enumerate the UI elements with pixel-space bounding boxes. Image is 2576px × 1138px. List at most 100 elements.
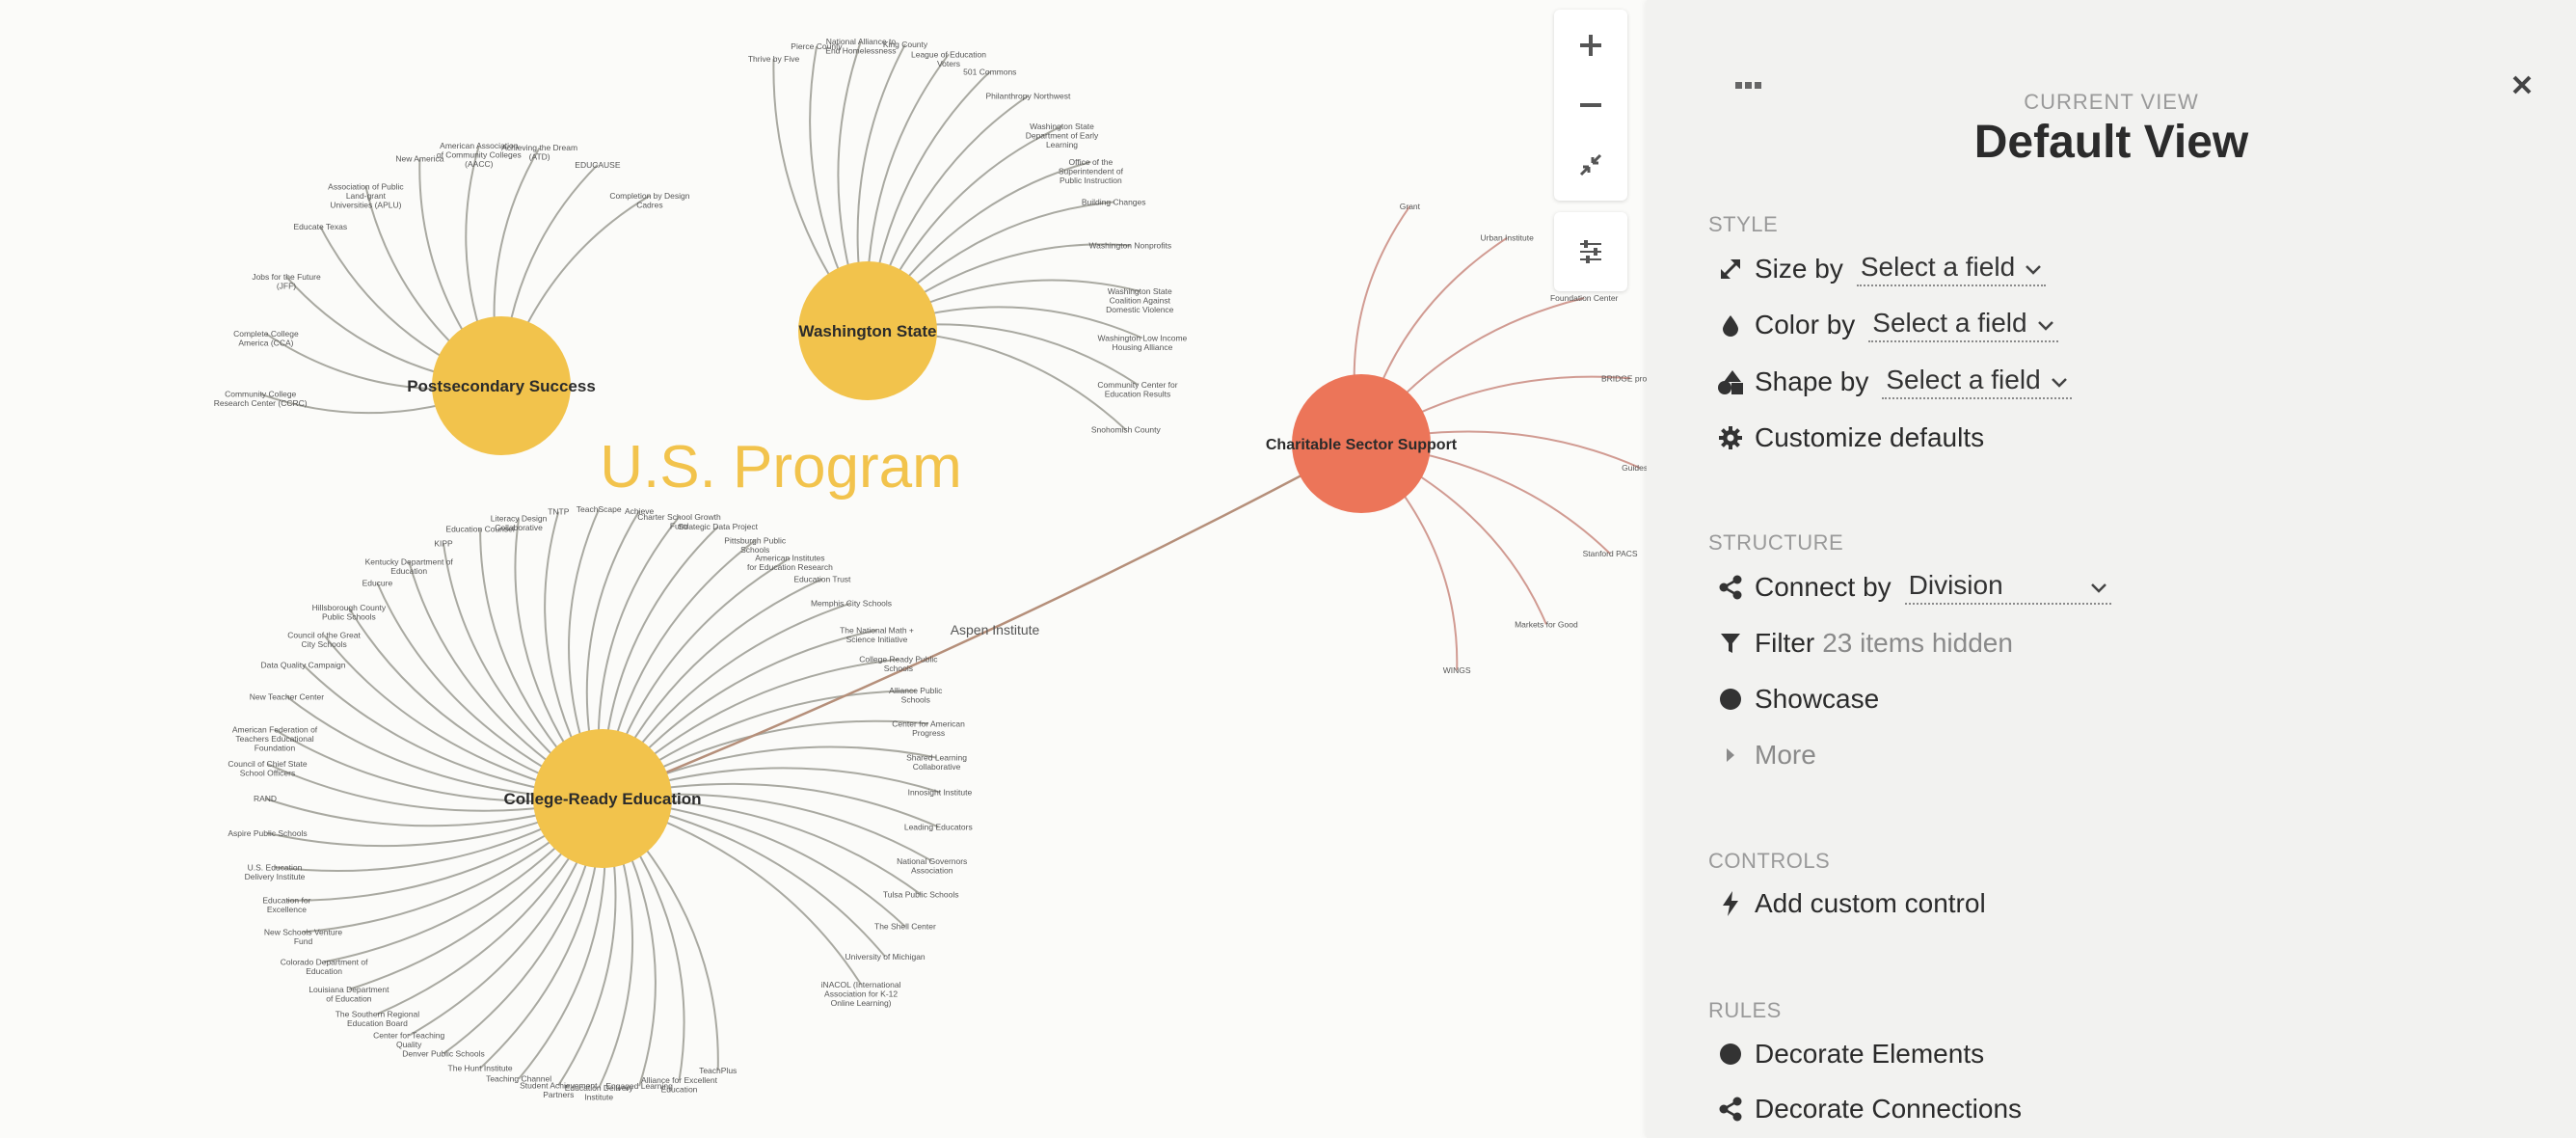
chevron-right-icon xyxy=(1716,741,1745,770)
leaf-node-label[interactable]: Center for Teaching Quality xyxy=(373,1031,444,1050)
leaf-node-label[interactable]: The Southern Regional Education Board xyxy=(335,1009,420,1028)
chevron-down-icon xyxy=(2051,365,2068,395)
leaf-node-label[interactable]: Educate Texas xyxy=(293,222,347,231)
leaf-node-label[interactable]: American Federation of Teachers Education… xyxy=(232,725,318,753)
hub-node-washington[interactable]: Washington State xyxy=(798,261,937,400)
leaf-node-label[interactable]: Completion by Design Cadres xyxy=(609,191,689,210)
add-custom-control-label: Add custom control xyxy=(1755,888,1986,918)
leaf-node-label[interactable]: Washington Low Income Housing Alliance xyxy=(1098,334,1188,353)
leaf-node-label[interactable]: EDUCAUSE xyxy=(575,160,621,170)
leaf-node-label[interactable]: The Hunt Institute xyxy=(448,1064,513,1073)
filter-button[interactable]: Filter 23 items hidden xyxy=(1716,624,2013,663)
leaf-node-label[interactable]: Teaching Channel xyxy=(486,1074,551,1084)
network-graph[interactable]: Community College Research Center (CCRC) C… xyxy=(0,0,1647,1138)
map-canvas[interactable]: Community College Research Center (CCRC) C… xyxy=(0,0,1647,1138)
shape-by-label: Shape by xyxy=(1755,366,1869,396)
add-custom-control-button[interactable]: Add custom control xyxy=(1716,884,1999,923)
leaf-node-label[interactable]: Innosight Institute xyxy=(908,788,973,798)
leaf-node-label[interactable]: Philanthropy Northwest xyxy=(985,91,1071,100)
leaf-node-label[interactable]: Foundation Center xyxy=(1550,293,1619,303)
leaf-node-label[interactable]: Council of the Great City Schools xyxy=(287,631,361,650)
leaf-node-label[interactable]: American Institutes for Education Researc… xyxy=(747,554,833,573)
leaf-node-label[interactable]: Alliance Public Schools xyxy=(889,686,943,705)
showcase-button[interactable]: Showcase xyxy=(1716,680,1892,718)
hub-node-charitable[interactable]: Charitable Sector Support xyxy=(1266,374,1458,513)
leaf-node-label[interactable]: Literacy Design Collaborative xyxy=(491,513,548,532)
leaf-node-label[interactable]: Washington Nonprofits xyxy=(1088,241,1171,251)
leaf-node-label[interactable]: League of Education Voters xyxy=(911,49,986,68)
leaf-node-label[interactable]: TNTP xyxy=(548,507,570,517)
leaf-node-label[interactable]: 501 Commons xyxy=(963,67,1016,76)
leaf-node-label[interactable]: Jobs for the Future (JFF) xyxy=(252,272,321,291)
leaf-node-label[interactable]: Markets for Good xyxy=(1515,619,1578,629)
leaf-node-label[interactable]: Education Trust xyxy=(793,574,851,583)
leaf-node-label[interactable]: Shared Learning Collaborative xyxy=(906,753,967,772)
leaf-node-label[interactable]: Association of Public Land-grant Universit… xyxy=(328,181,404,209)
leaf-node-label[interactable]: U.S. Education Delivery Institute xyxy=(245,862,306,881)
leaf-node-label[interactable]: Pittsburgh Public Schools xyxy=(724,535,787,555)
decorate-connections-button[interactable]: Decorate Connections xyxy=(1716,1090,2035,1128)
zoom-in-button[interactable] xyxy=(1562,20,1620,70)
leaf-node-label[interactable]: University of Michigan xyxy=(845,952,926,962)
leaf-node-label[interactable]: TeachPlus xyxy=(699,1066,737,1075)
leaf-node-label[interactable]: TeachScape xyxy=(577,504,622,514)
color-by-row: Color by Select a field xyxy=(1716,306,2058,344)
leaf-node-label[interactable]: Tulsa Public Schools xyxy=(883,890,959,900)
leaf-node-label[interactable]: Stanford PACS xyxy=(1583,549,1638,558)
leaf-node-label[interactable]: Community College Research Center (CCRC) xyxy=(214,390,308,409)
hub-node-postsecondary[interactable]: Postsecondary Success xyxy=(407,316,596,455)
leaf-node-label[interactable]: Education for Excellence xyxy=(262,896,310,915)
leaf-node-label[interactable]: BRIDGE project xyxy=(1601,373,1647,383)
leaf-node-label[interactable]: Guidestar xyxy=(1622,463,1647,473)
leaf-node-label[interactable]: The National Math + Science Initiative xyxy=(840,625,914,644)
leaf-node-label[interactable]: WINGS xyxy=(1443,665,1471,675)
decorate-elements-button[interactable]: Decorate Elements xyxy=(1716,1035,1998,1073)
leaf-node-label[interactable]: Snohomish County xyxy=(1091,425,1162,435)
leaf-node-label[interactable]: Denver Public Schools xyxy=(402,1049,485,1059)
leaf-node-label[interactable]: National Governors Association xyxy=(897,856,967,876)
leaf-node-label[interactable]: Kentucky Department of Education xyxy=(365,556,454,576)
view-title[interactable]: Default View xyxy=(1647,116,2576,169)
zoom-out-button[interactable] xyxy=(1562,80,1620,130)
leaf-node-label[interactable]: Office of the Superintendent of Public Ins… xyxy=(1059,157,1124,185)
graph-settings-button[interactable] xyxy=(1554,212,1627,291)
more-toggle[interactable]: More xyxy=(1716,736,1830,774)
leaf-node-label[interactable]: RAND xyxy=(254,794,277,803)
shape-by-select[interactable]: Select a field xyxy=(1882,365,2072,399)
leaf-node-label[interactable]: Louisiana Department of Education xyxy=(309,985,389,1004)
leaf-node-label[interactable]: Educure xyxy=(362,579,393,588)
leaf-node-label[interactable]: Data Quality Campaign xyxy=(261,661,346,670)
connect-by-select[interactable]: Division xyxy=(1904,570,2111,605)
size-by-select[interactable]: Select a field xyxy=(1856,252,2047,286)
leaf-node-label[interactable]: iNACOL (International Association for K-1… xyxy=(821,980,901,1008)
leaf-node-label[interactable]: KIPP xyxy=(434,538,453,548)
leaf-node-label[interactable]: Complete College America (CCA) xyxy=(233,329,299,348)
leaf-node-label[interactable]: Grant xyxy=(1400,202,1421,211)
leaf-node-label[interactable]: Washington State Coalition Against Domesti… xyxy=(1106,286,1174,314)
leaf-node-label[interactable]: Aspire Public Schools xyxy=(228,828,307,838)
leaf-node-label[interactable]: Urban Institute xyxy=(1481,233,1535,243)
bridge-node-label[interactable]: Aspen Institute xyxy=(951,622,1040,637)
leaf-node-label[interactable]: Thrive by Five xyxy=(748,54,800,64)
shape-by-row: Shape by Select a field xyxy=(1716,363,2072,401)
leaf-node-label[interactable]: Building Changes xyxy=(1082,198,1146,207)
fit-view-button[interactable] xyxy=(1562,140,1620,190)
leaf-node-label[interactable]: College Ready Public Schools xyxy=(859,655,938,674)
leaf-node-label[interactable]: New Teacher Center xyxy=(250,691,324,701)
color-by-label: Color by xyxy=(1755,310,1856,339)
leaf-node-label[interactable]: Colorado Department of Education xyxy=(281,957,368,976)
customize-defaults-button[interactable]: Customize defaults xyxy=(1716,419,1998,457)
leaf-node-label[interactable]: Community Center for Education Results xyxy=(1097,380,1177,399)
color-by-select[interactable]: Select a field xyxy=(1868,308,2058,342)
leaf-node-label[interactable]: Washington State Department of Early Learn… xyxy=(1026,122,1099,149)
leaf-node-label[interactable]: The Shell Center xyxy=(874,922,936,932)
leaf-node-label[interactable]: Leading Educators xyxy=(904,822,973,831)
leaf-node-label[interactable]: Hillsborough County Public Schools xyxy=(312,603,387,622)
leaf-node-label[interactable]: Center for American Progress xyxy=(892,718,965,738)
leaf-node-label[interactable]: Strategic Data Project xyxy=(678,522,758,531)
leaf-node-label[interactable]: Memphis City Schools xyxy=(811,598,892,608)
hub-nodes-layer[interactable]: Postsecondary Success Washington State Col… xyxy=(407,261,1458,868)
customize-defaults-label: Customize defaults xyxy=(1755,422,1985,452)
leaf-node-label[interactable]: New Schools Venture Fund xyxy=(264,928,343,947)
leaf-node-label[interactable]: King County xyxy=(883,40,928,49)
